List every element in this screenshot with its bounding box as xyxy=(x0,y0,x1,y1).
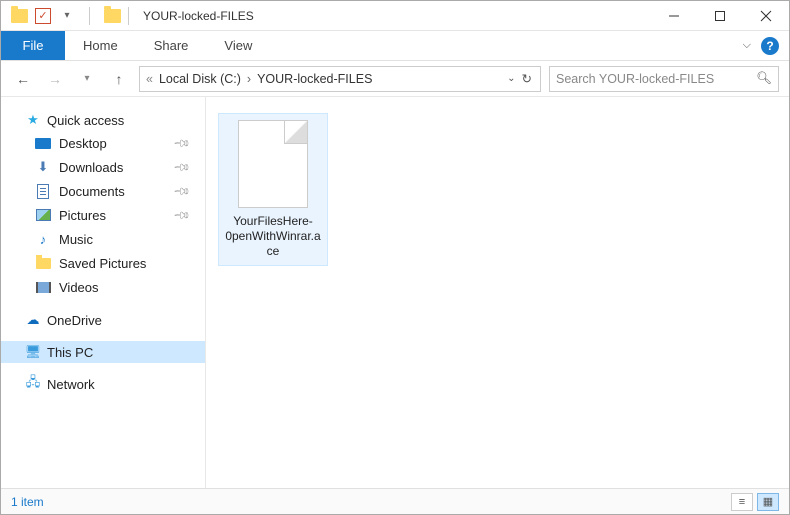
search-placeholder: Search YOUR-locked-FILES xyxy=(556,72,714,86)
file-item[interactable]: YourFilesHere-0penWithWinrar.ace xyxy=(218,113,328,266)
forward-button[interactable]: → xyxy=(43,67,67,91)
search-input[interactable]: Search YOUR-locked-FILES 🔍︎ xyxy=(549,66,779,92)
maximize-button[interactable] xyxy=(697,1,743,31)
download-icon: ⬇ xyxy=(35,159,51,175)
sidebar-item-onedrive[interactable]: ☁ OneDrive xyxy=(1,309,205,331)
sidebar-item-label: Pictures xyxy=(59,208,106,223)
pictures-icon xyxy=(35,207,51,223)
sidebar-item-pictures[interactable]: Pictures 📌︎ xyxy=(1,203,205,227)
navigation-bar: ← → ▾ ↑ « Local Disk (C:) › YOUR-locked-… xyxy=(1,61,789,97)
sidebar-item-documents[interactable]: Documents 📌︎ xyxy=(1,179,205,203)
sidebar-item-label: Documents xyxy=(59,184,125,199)
qat-dropdown-icon[interactable]: ▾ xyxy=(57,6,77,26)
pin-icon: 📌︎ xyxy=(172,181,191,200)
chevron-left-icon[interactable]: « xyxy=(144,72,155,86)
body: ★ Quick access Desktop 📌︎ ⬇ Downloads 📌︎… xyxy=(1,97,789,488)
pin-icon: 📌︎ xyxy=(172,133,191,152)
up-button[interactable]: ↑ xyxy=(107,67,131,91)
properties-check-icon[interactable]: ✓ xyxy=(35,8,51,24)
sidebar-item-label: Network xyxy=(47,377,95,392)
tab-home[interactable]: Home xyxy=(65,31,136,60)
ribbon: File Home Share View ⌵ ? xyxy=(1,31,789,61)
title-bar: ✓ ▾ YOUR-locked-FILES xyxy=(1,1,789,31)
video-icon xyxy=(35,279,51,295)
window-title: YOUR-locked-FILES xyxy=(143,9,254,23)
file-name: YourFilesHere-0penWithWinrar.ace xyxy=(225,214,321,259)
refresh-button[interactable]: ↻ xyxy=(522,71,532,86)
sidebar-item-label: This PC xyxy=(47,345,93,360)
tab-view[interactable]: View xyxy=(206,31,270,60)
sidebar-item-music[interactable]: ♪ Music xyxy=(1,227,205,251)
details-view-button[interactable]: ≡ xyxy=(731,493,753,511)
sidebar-item-label: Saved Pictures xyxy=(59,256,146,271)
address-dropdown-icon[interactable]: ⌄ xyxy=(507,73,515,84)
sidebar-item-network[interactable]: 🖧︎ Network xyxy=(1,373,205,395)
recent-dropdown-icon[interactable]: ▾ xyxy=(75,67,99,91)
item-count: 1 item xyxy=(11,495,44,509)
sidebar-item-desktop[interactable]: Desktop 📌︎ xyxy=(1,131,205,155)
cloud-icon: ☁ xyxy=(25,312,41,328)
sidebar-item-saved-pictures[interactable]: Saved Pictures xyxy=(1,251,205,275)
folder-icon xyxy=(9,6,29,26)
monitor-icon: 🖥︎ xyxy=(25,344,41,360)
folder-icon xyxy=(35,255,51,271)
minimize-button[interactable] xyxy=(651,1,697,31)
folder-icon xyxy=(102,6,122,26)
search-icon[interactable]: 🔍︎ xyxy=(756,71,772,86)
sidebar-item-label: Desktop xyxy=(59,136,107,151)
sidebar-item-label: OneDrive xyxy=(47,313,102,328)
sidebar-item-label: Downloads xyxy=(59,160,123,175)
address-bar[interactable]: « Local Disk (C:) › YOUR-locked-FILES ⌄ … xyxy=(139,66,541,92)
pin-icon: 📌︎ xyxy=(172,157,191,176)
close-button[interactable] xyxy=(743,1,789,31)
sidebar-item-label: Videos xyxy=(59,280,99,295)
qat-separator xyxy=(89,7,90,25)
sidebar-item-downloads[interactable]: ⬇ Downloads 📌︎ xyxy=(1,155,205,179)
star-icon: ★ xyxy=(25,112,41,128)
file-list-pane[interactable]: YourFilesHere-0penWithWinrar.ace xyxy=(206,97,789,488)
ribbon-expand-icon[interactable]: ⌵ xyxy=(743,39,751,52)
status-bar: 1 item ≡ ▦ xyxy=(1,488,789,514)
icons-view-button[interactable]: ▦ xyxy=(757,493,779,511)
network-icon: 🖧︎ xyxy=(25,376,41,392)
pin-icon: 📌︎ xyxy=(172,205,191,224)
music-icon: ♪ xyxy=(35,231,51,247)
sidebar-item-this-pc[interactable]: 🖥︎ This PC xyxy=(1,341,205,363)
sidebar-item-label: Music xyxy=(59,232,93,247)
document-icon xyxy=(35,183,51,199)
navigation-pane: ★ Quick access Desktop 📌︎ ⬇ Downloads 📌︎… xyxy=(1,97,206,488)
file-tab[interactable]: File xyxy=(1,31,65,60)
quick-access-toolbar: ✓ ▾ xyxy=(1,6,122,26)
file-icon xyxy=(238,120,308,208)
sidebar-item-videos[interactable]: Videos xyxy=(1,275,205,299)
breadcrumb-segment[interactable]: YOUR-locked-FILES xyxy=(253,72,376,86)
title-separator xyxy=(128,7,129,25)
quick-access-label: Quick access xyxy=(47,113,124,128)
desktop-icon xyxy=(35,135,51,151)
breadcrumb-segment[interactable]: Local Disk (C:) xyxy=(155,72,245,86)
chevron-right-icon: › xyxy=(245,72,253,86)
quick-access-header[interactable]: ★ Quick access xyxy=(1,109,205,131)
explorer-window: ✓ ▾ YOUR-locked-FILES File Home Share Vi… xyxy=(0,0,790,515)
help-button[interactable]: ? xyxy=(761,37,779,55)
back-button[interactable]: ← xyxy=(11,67,35,91)
tab-share[interactable]: Share xyxy=(136,31,207,60)
